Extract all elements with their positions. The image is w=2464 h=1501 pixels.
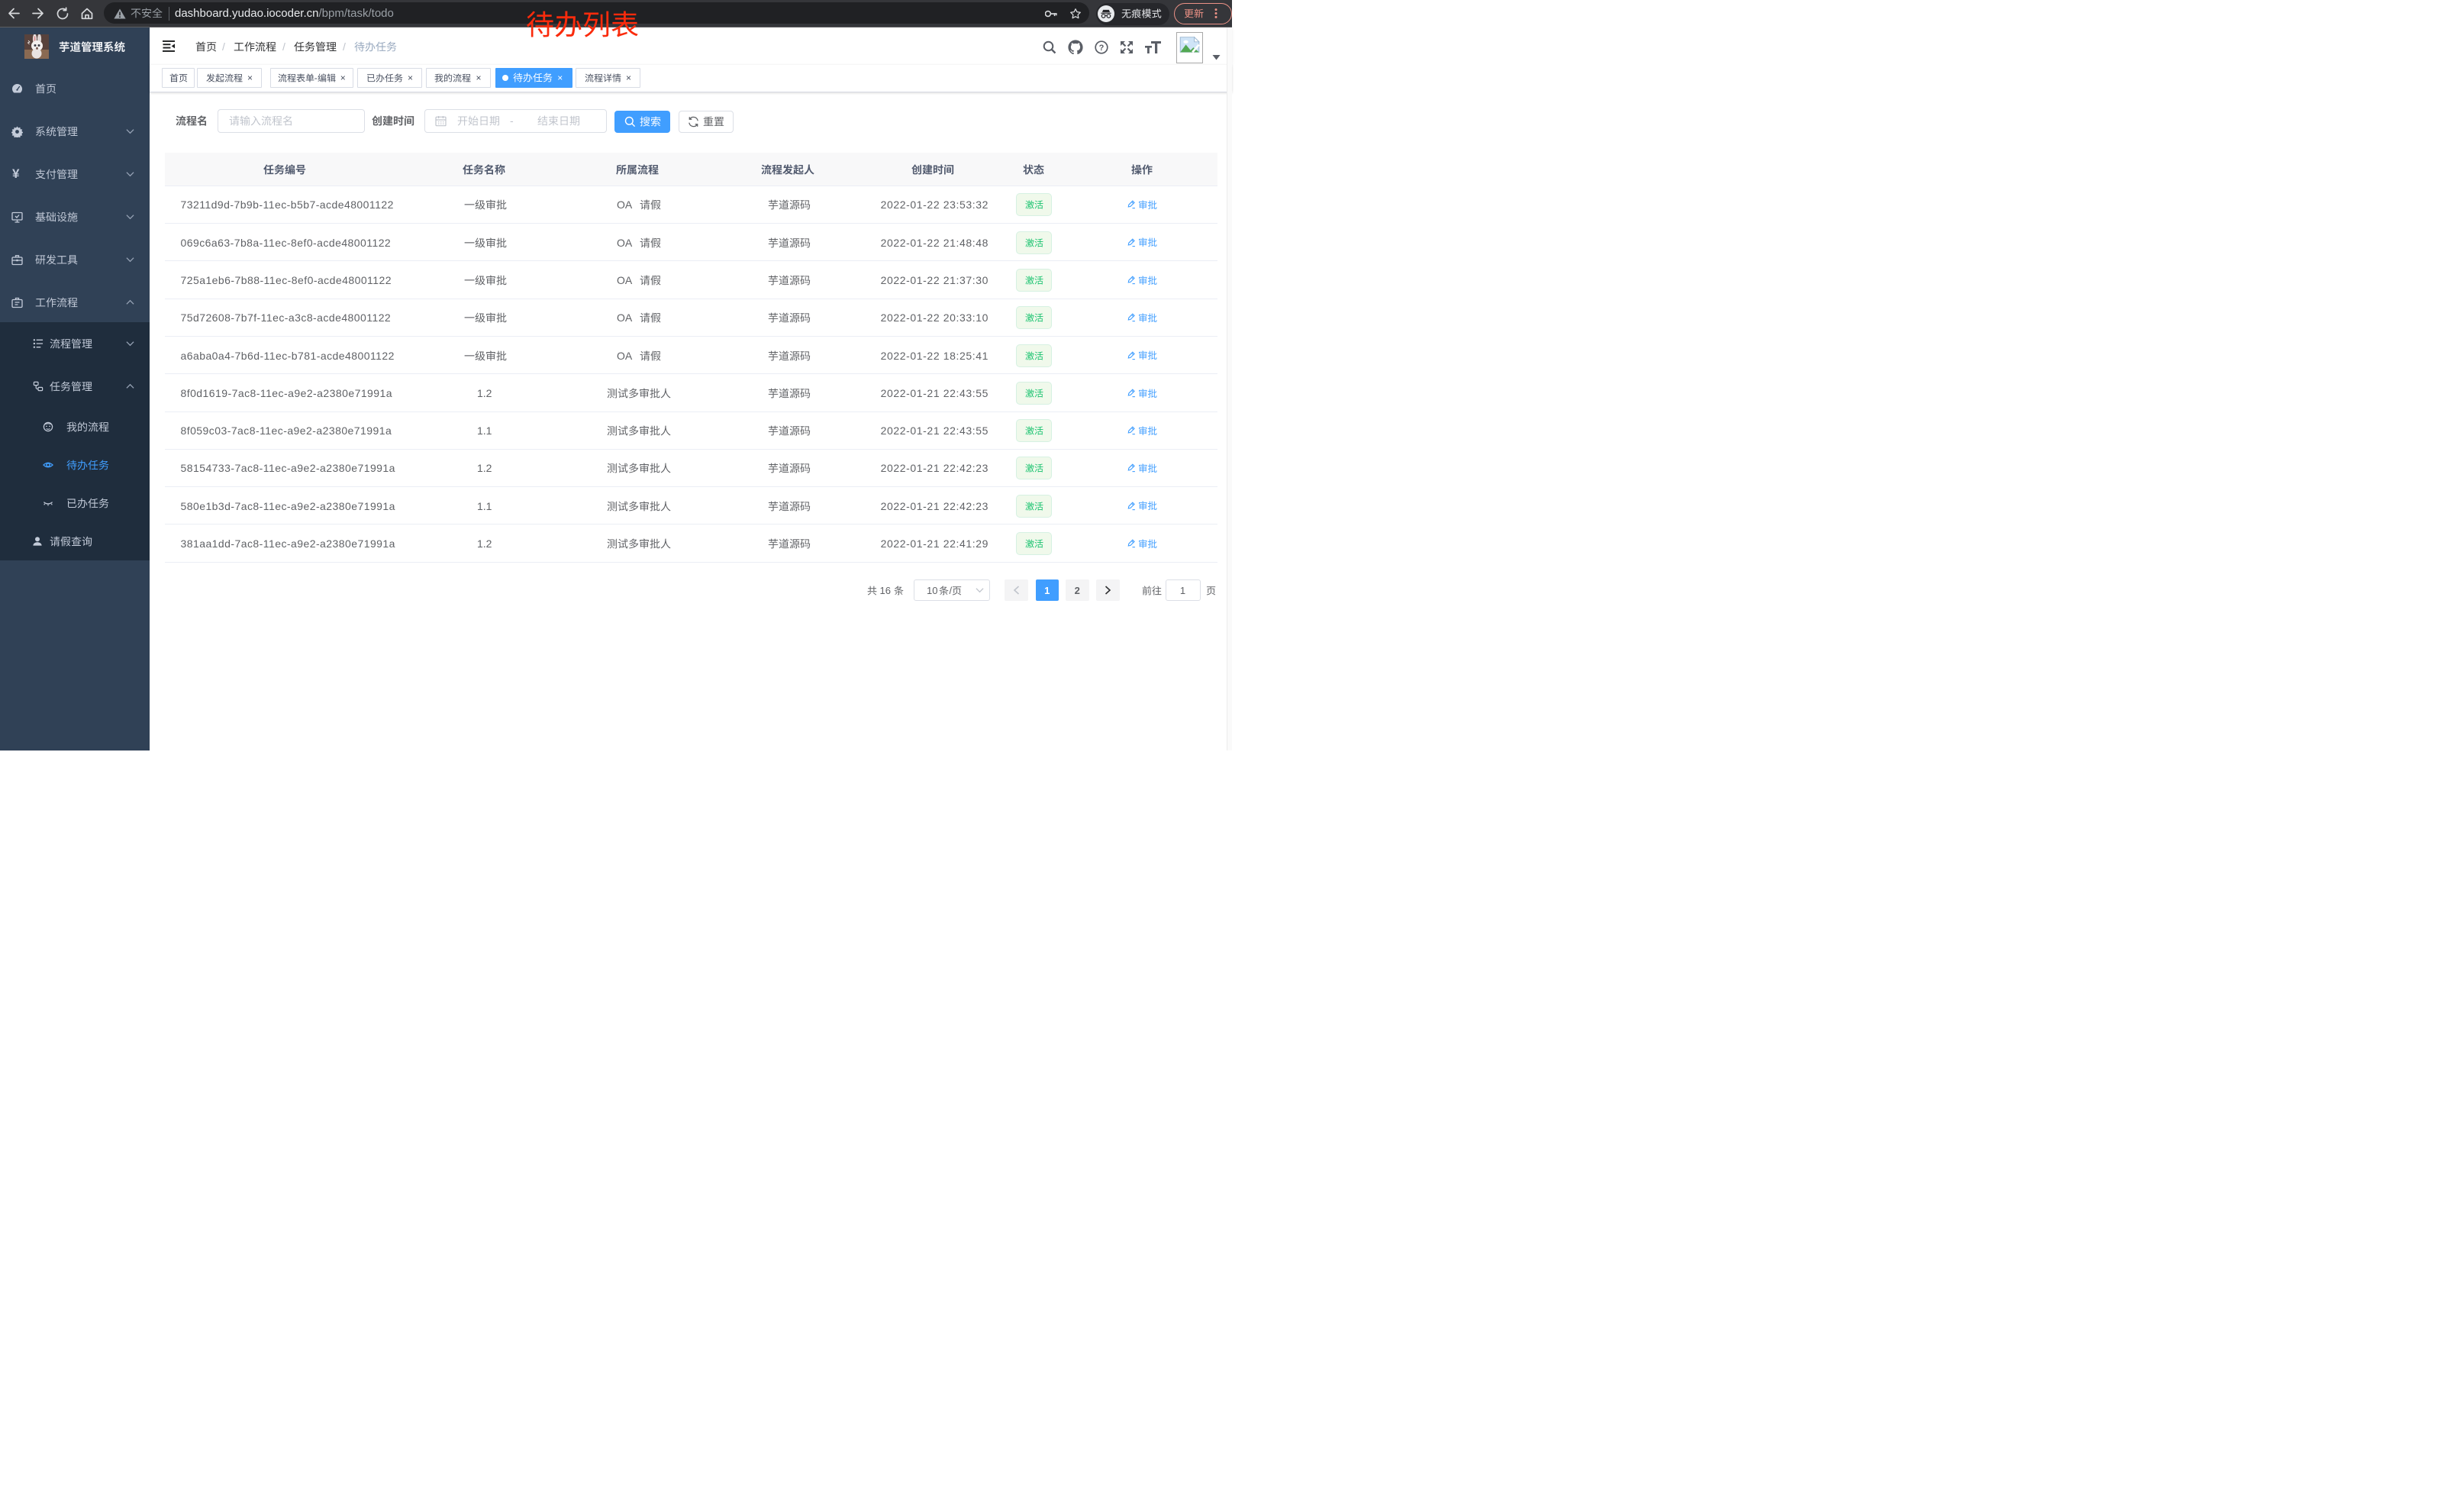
svg-text:?: ? <box>1099 44 1105 53</box>
